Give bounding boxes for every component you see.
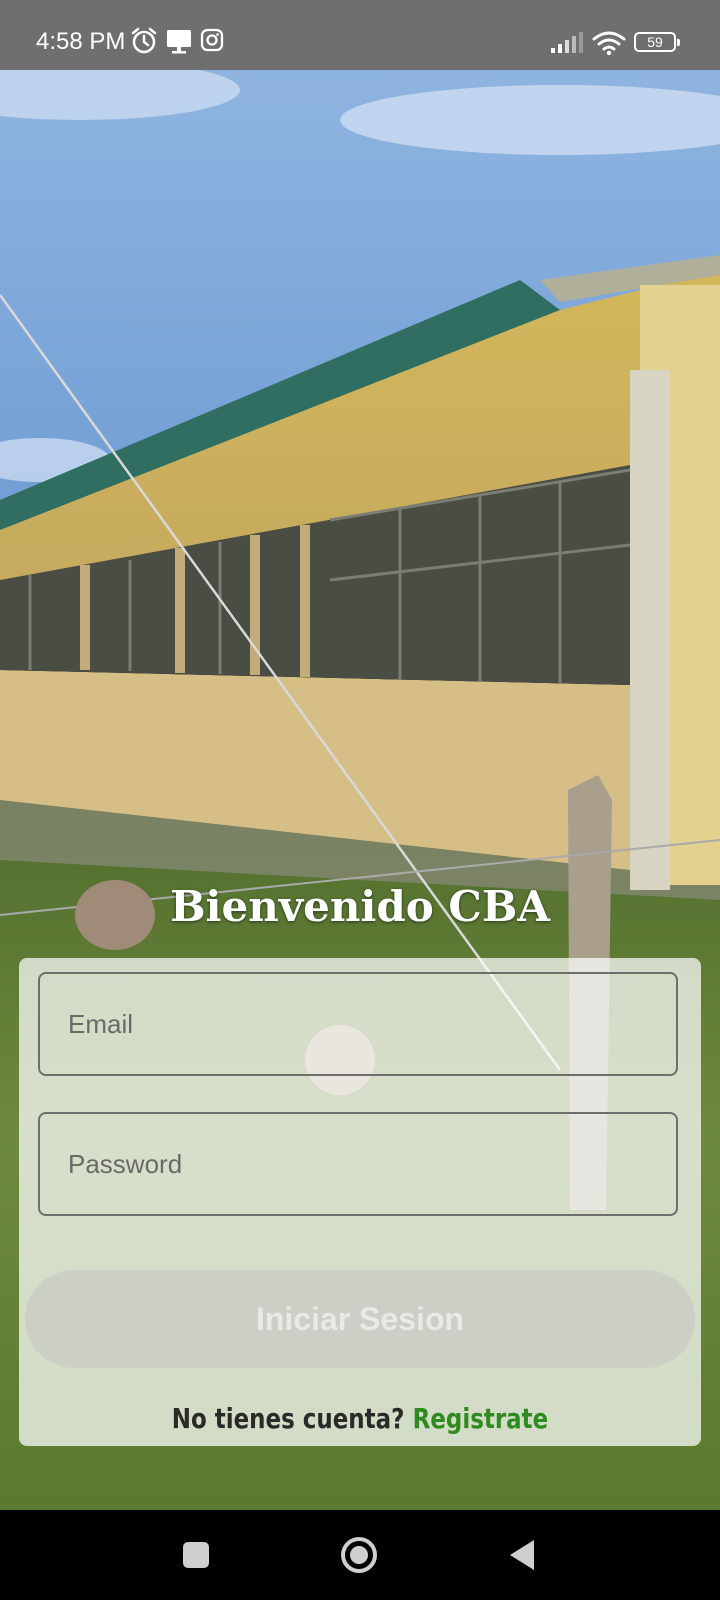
register-link[interactable]: Registrate bbox=[413, 1402, 549, 1435]
home-icon[interactable] bbox=[334, 1530, 384, 1580]
login-card: Iniciar Sesion No tienes cuenta?Registra… bbox=[19, 958, 701, 1446]
welcome-title: Bienvenido CBA bbox=[170, 882, 550, 931]
register-prompt: No tienes cuenta? Registrate bbox=[80, 1402, 639, 1435]
email-input[interactable] bbox=[40, 974, 676, 1074]
login-button[interactable]: Iniciar Sesion bbox=[25, 1270, 695, 1368]
battery-icon: 59 bbox=[634, 32, 680, 52]
wifi-icon bbox=[592, 31, 626, 56]
status-time: 4:58 PM bbox=[36, 28, 126, 55]
screen-cast-icon bbox=[167, 30, 191, 54]
navigation-bar bbox=[0, 1510, 720, 1600]
alarm-icon bbox=[131, 27, 157, 54]
signal-icon bbox=[551, 32, 583, 53]
password-field[interactable] bbox=[38, 1112, 678, 1216]
password-input[interactable] bbox=[40, 1114, 676, 1214]
no-account-text: No tienes cuenta? bbox=[171, 1402, 405, 1435]
email-field[interactable] bbox=[38, 972, 678, 1076]
instagram-icon bbox=[200, 28, 224, 52]
recents-icon[interactable] bbox=[171, 1530, 221, 1580]
status-bar: 4:58 PM 59 bbox=[0, 0, 720, 70]
battery-level: 59 bbox=[647, 34, 663, 50]
back-icon[interactable] bbox=[498, 1530, 548, 1580]
